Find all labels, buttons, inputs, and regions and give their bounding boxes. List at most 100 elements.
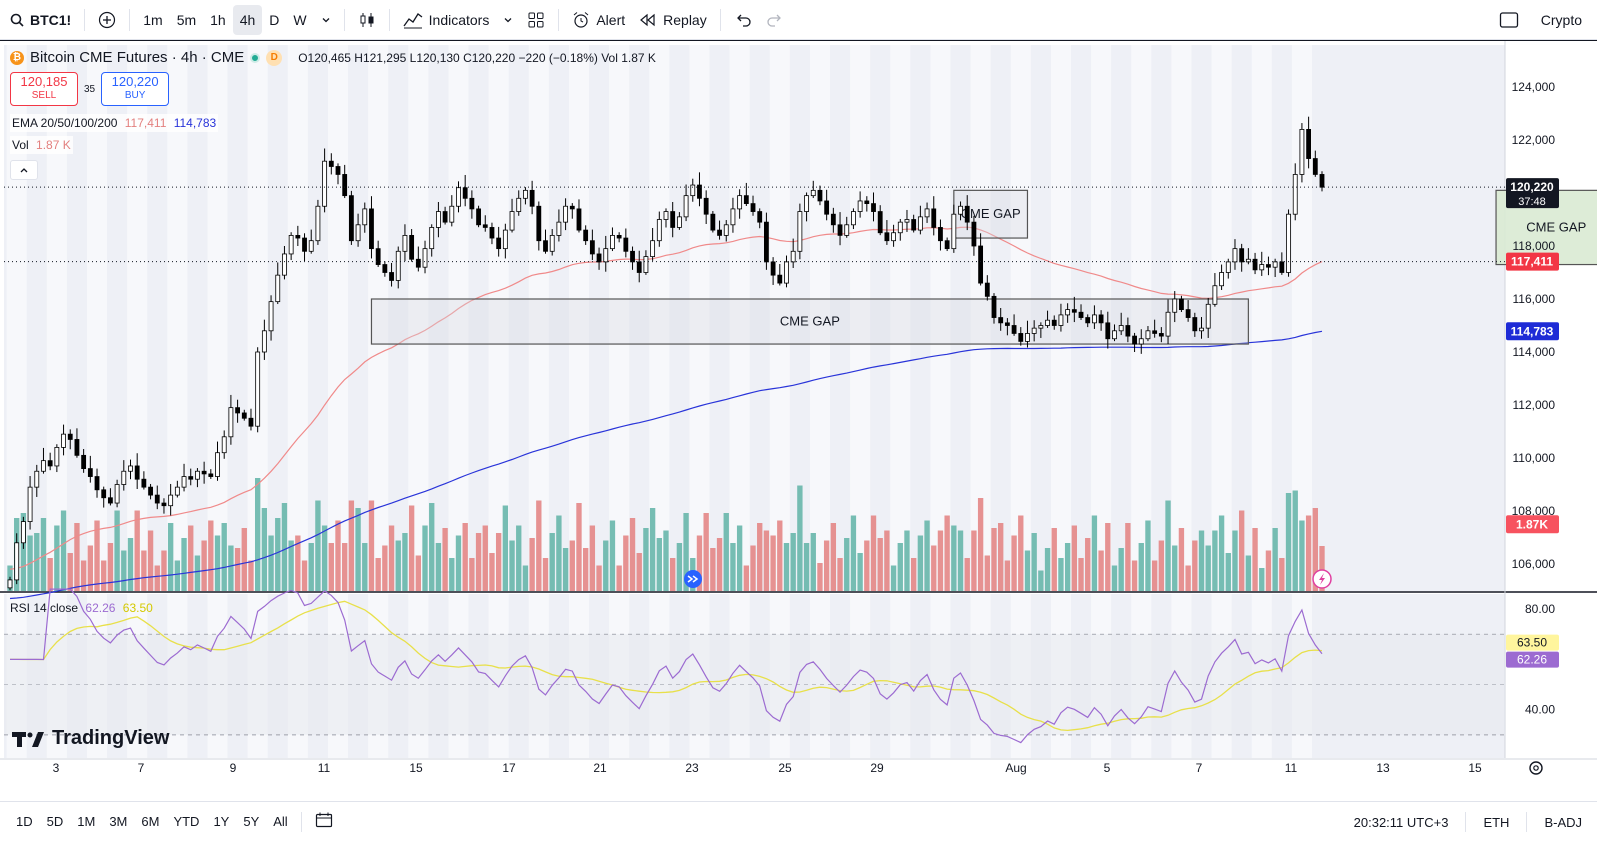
volume-bar: [167, 523, 174, 591]
candle-body: [67, 433, 73, 440]
volume-bar: [67, 553, 73, 591]
volume-bar: [502, 505, 509, 591]
volume-bar: [1192, 540, 1198, 591]
tradingview-logo[interactable]: TradingView: [12, 727, 169, 750]
candle-body: [563, 205, 569, 223]
rsi-legend[interactable]: RSI 14 close 62.26 63.50: [10, 601, 153, 615]
alert-button[interactable]: Alert: [565, 5, 632, 35]
rsi-ma-tag: 63.50: [1517, 636, 1547, 650]
volume-bar: [34, 533, 40, 591]
volume-legend[interactable]: Vol 1.87 K: [10, 136, 73, 154]
range-ytd[interactable]: YTD: [166, 814, 206, 829]
candle-body: [556, 221, 562, 236]
volume-bar: [870, 515, 877, 591]
indicators-button[interactable]: Indicators: [396, 5, 497, 35]
divider: [84, 8, 86, 31]
candle-body: [1192, 317, 1198, 332]
compare-button[interactable]: [91, 5, 123, 35]
range-3m[interactable]: 3M: [102, 814, 134, 829]
clock-timezone[interactable]: 20:32:11 UTC+3: [1347, 815, 1456, 830]
interval-5m[interactable]: 5m: [170, 5, 203, 35]
candle-body: [1165, 311, 1171, 337]
interval-w[interactable]: W: [286, 5, 313, 35]
candle-body: [14, 542, 20, 581]
ema-legend[interactable]: EMA 20/50/100/200 117,411 114,783: [10, 114, 219, 132]
undo-button[interactable]: [727, 5, 759, 35]
top-toolbar: BTC1! 1m 5m 1h 4h D W Indicators Alert R…: [0, 0, 1597, 40]
candle-body: [27, 486, 33, 522]
volume-bar: [984, 555, 990, 591]
volume-bar: [556, 515, 562, 591]
goto-date-button[interactable]: [308, 812, 340, 831]
volume-bar: [489, 553, 495, 591]
buy-button[interactable]: 120,220 BUY: [101, 72, 170, 106]
indicators-label: Indicators: [428, 11, 490, 28]
interval-1m[interactable]: 1m: [136, 5, 169, 35]
range-1d[interactable]: 1D: [0, 814, 40, 829]
candle-body: [1138, 338, 1144, 345]
volume-bar: [442, 528, 448, 591]
range-5y[interactable]: 5Y: [236, 814, 266, 829]
volume-bar: [1305, 515, 1312, 591]
candle-body: [951, 213, 957, 250]
volume-bar: [248, 560, 254, 591]
range-1y[interactable]: 1Y: [206, 814, 236, 829]
delayed-badge[interactable]: D: [266, 49, 283, 66]
candle-body: [1132, 335, 1137, 345]
range-all[interactable]: All: [266, 814, 294, 829]
fullscreen-button[interactable]: [1492, 5, 1526, 35]
volume-bar: [1172, 545, 1178, 591]
volume-bar: [141, 550, 147, 591]
volume-bar: [188, 525, 194, 591]
volume-bar: [1285, 493, 1292, 591]
volume-bar: [1125, 523, 1131, 591]
replay-button[interactable]: Replay: [632, 5, 714, 35]
volume-bar: [1245, 555, 1252, 591]
volume-bar: [1051, 528, 1057, 591]
volume-bar: [1044, 548, 1051, 591]
candle-body: [891, 232, 897, 242]
time-tick-label: Aug: [1005, 761, 1026, 775]
session-toggle[interactable]: ETH: [1476, 815, 1516, 830]
volume-bar: [174, 560, 181, 591]
range-6m[interactable]: 6M: [134, 814, 166, 829]
redo-button[interactable]: [759, 5, 791, 35]
alarm-clock-icon: [574, 11, 589, 28]
sell-button[interactable]: 120,185 SELL: [10, 72, 78, 106]
candle-body: [449, 205, 455, 223]
volume-bar: [783, 543, 790, 591]
market-label[interactable]: Crypto: [1534, 5, 1589, 35]
volume-bar: [596, 565, 602, 591]
candle-body: [616, 234, 622, 239]
volume-bar: [797, 485, 803, 591]
volume-bar: [221, 523, 227, 591]
interval-4h[interactable]: 4h: [232, 4, 263, 35]
layouts-button[interactable]: [520, 5, 552, 35]
volume-bar: [94, 520, 100, 591]
candle-body: [958, 205, 963, 215]
indicators-dropdown[interactable]: [496, 5, 520, 35]
symbol-title[interactable]: Bitcoin CME Futures · 4h · CME: [30, 49, 244, 66]
candle-body: [7, 579, 13, 589]
candle-body: [502, 229, 508, 250]
range-5d[interactable]: 5D: [40, 814, 71, 829]
interval-dropdown[interactable]: [314, 5, 338, 35]
collapse-legend-button[interactable]: [10, 160, 38, 180]
candle-body: [536, 205, 542, 242]
symbol-search-button[interactable]: BTC1!: [0, 5, 78, 35]
range-1m[interactable]: 1M: [70, 814, 102, 829]
volume-bar: [1078, 558, 1084, 591]
volume-bar: [542, 558, 549, 591]
interval-d[interactable]: D: [262, 5, 286, 35]
interval-1h[interactable]: 1h: [203, 5, 233, 35]
chart-area[interactable]: CME GAP CME GAP CME GAP 124,000 122,000 120,…: [0, 41, 1597, 801]
volume-bar: [529, 538, 535, 591]
candle-body: [20, 521, 26, 544]
volume-bar: [844, 538, 850, 591]
time-tick-label: 15: [409, 761, 423, 775]
lightning-event-icon: [1312, 569, 1332, 589]
adjustment-toggle[interactable]: B-ADJ: [1537, 815, 1589, 830]
candle-body: [1025, 333, 1030, 342]
volume-bar: [536, 500, 542, 591]
chart-type-button[interactable]: [351, 5, 383, 35]
